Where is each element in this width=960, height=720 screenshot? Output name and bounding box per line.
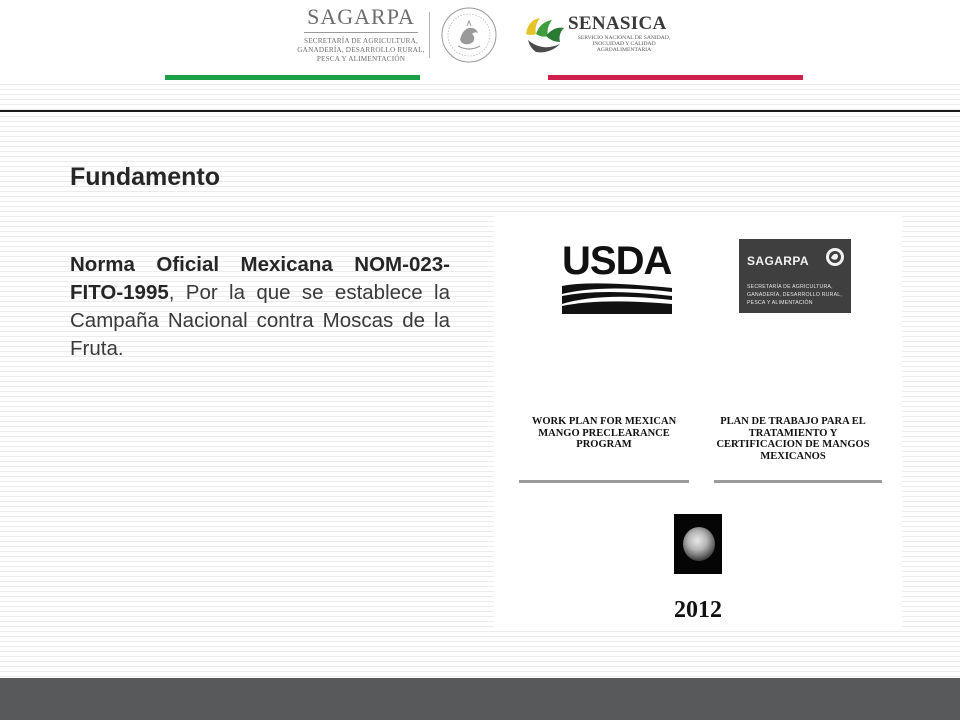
header-stripes xyxy=(0,80,960,110)
document-rule-right xyxy=(714,480,882,483)
footer-band xyxy=(0,678,960,720)
sagarpa-logo: SAGARPA SECRETARÍA DE AGRICULTURA, GANAD… xyxy=(296,4,426,66)
header: SAGARPA SECRETARÍA DE AGRICULTURA, GANAD… xyxy=(0,0,960,110)
senasica-name: SENASICA xyxy=(568,13,667,34)
sagarpa-rule xyxy=(304,32,418,33)
header-divider xyxy=(429,12,430,58)
sagarpa-box-subtitle-line-2: GANADERÍA, DESARROLLO RURAL, xyxy=(747,292,842,298)
sagarpa-box-name: SAGARPA xyxy=(747,254,809,268)
document-year: 2012 xyxy=(674,597,722,623)
sagarpa-name: SAGARPA xyxy=(307,4,415,29)
usda-swoosh-icon xyxy=(562,283,672,314)
red-accent-bar xyxy=(548,75,803,80)
sagarpa-subtitle-line-3: PESCA Y ALIMENTACIÓN xyxy=(316,55,406,63)
green-accent-bar xyxy=(165,75,420,80)
usda-logo: USDA xyxy=(562,238,672,314)
sagarpa-subtitle-line-2: GANADERÍA, DESARROLLO RURAL, xyxy=(297,46,425,54)
document-rule-left xyxy=(519,480,689,483)
mango-photo xyxy=(674,514,722,574)
work-plan-spanish-title: PLAN DE TRABAJO PARA EL TRATAMIENTO Y CE… xyxy=(716,416,870,462)
work-plan-english-title: WORK PLAN FOR MEXICAN MANGO PRECLEARANCE… xyxy=(531,416,677,450)
mexico-seal-icon xyxy=(826,248,844,266)
usda-logo-text: USDA xyxy=(562,239,672,283)
slide-title: Fundamento xyxy=(70,163,220,191)
sagarpa-document-logo: SAGARPA SECRETARÍA DE AGRICULTURA, GANAD… xyxy=(739,239,851,313)
senasica-logo: SENASICA SERVICIO NACIONAL DE SANIDAD, I… xyxy=(522,12,682,62)
sagarpa-box-subtitle-line-3: PESCA Y ALIMENTACIÓN xyxy=(747,300,813,306)
work-plan-cover-image: USDA SAGARPA SECRETARÍA DE AGRICULTURA, … xyxy=(494,216,902,630)
sagarpa-box-subtitle-line-1: SECRETARÍA DE AGRICULTURA, xyxy=(747,284,833,290)
mexico-seal-icon xyxy=(441,7,497,63)
sagarpa-subtitle-line-1: SECRETARÍA DE AGRICULTURA, xyxy=(304,37,418,45)
senasica-emblem-icon xyxy=(526,18,564,53)
senasica-subtitle-line-3: AGROALIMENTARIA xyxy=(596,47,652,53)
mango-icon xyxy=(683,527,715,561)
norma-paragraph: Norma Oficial Mexicana NOM-023-FITO-1995… xyxy=(70,251,450,363)
